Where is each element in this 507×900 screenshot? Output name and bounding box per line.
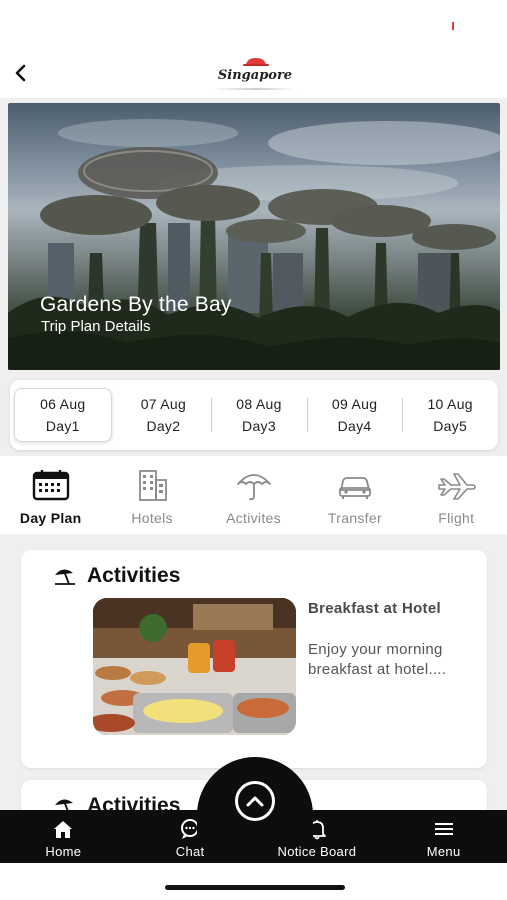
status-indicator xyxy=(452,22,454,30)
tab-activities[interactable]: Activites xyxy=(203,456,304,534)
app-logo: Singapore xyxy=(205,56,305,92)
nav-menu[interactable]: Menu xyxy=(380,810,507,863)
logo-text: Singapore xyxy=(217,68,293,83)
hero-subtitle: Trip Plan Details xyxy=(41,318,151,335)
day-label: Day4 xyxy=(337,418,372,434)
hero-banner: Gardens By the Bay Trip Plan Details xyxy=(8,103,500,370)
nav-label: Menu xyxy=(426,844,461,859)
home-indicator[interactable] xyxy=(165,885,345,890)
calendar-icon xyxy=(32,470,69,501)
car-icon xyxy=(339,477,371,499)
chevron-left-icon xyxy=(15,64,26,82)
back-button[interactable] xyxy=(10,62,32,84)
day-tab-5[interactable]: 10 Aug Day5 xyxy=(402,388,498,442)
card-title: Activities xyxy=(87,564,181,587)
nav-label: Home xyxy=(45,844,82,859)
nav-label: Chat xyxy=(175,844,205,859)
tab-label: Activites xyxy=(226,510,281,526)
day-label: Day1 xyxy=(45,418,80,434)
activity-image[interactable] xyxy=(93,598,296,735)
day-tab-4[interactable]: 09 Aug Day4 xyxy=(306,388,403,442)
activity-card[interactable]: Activities Breakfast at Hotel Enjoy your… xyxy=(21,550,487,768)
tab-flight[interactable]: Flight xyxy=(406,456,507,534)
home-icon xyxy=(54,821,73,838)
day-date: 07 Aug xyxy=(140,396,187,412)
day-date: 06 Aug xyxy=(40,396,86,412)
day-date: 08 Aug xyxy=(236,396,282,412)
day-tab-1[interactable]: 06 Aug Day1 xyxy=(14,388,112,442)
tab-label: Hotels xyxy=(131,510,173,526)
logo-underline xyxy=(213,88,297,90)
fab-circle xyxy=(235,781,275,821)
activity-description: Enjoy your morning breakfast at hotel...… xyxy=(308,641,447,678)
beach-umbrella-icon xyxy=(55,569,75,585)
tab-day-plan[interactable]: Day Plan xyxy=(0,456,101,534)
day-label: Day3 xyxy=(242,418,276,434)
day-tab-2[interactable]: 07 Aug Day2 xyxy=(116,388,212,442)
day-tab-3[interactable]: 08 Aug Day3 xyxy=(211,388,307,442)
nav-home[interactable]: Home xyxy=(0,810,127,863)
breakfast-photo xyxy=(93,598,296,735)
tab-label: Day Plan xyxy=(19,510,82,526)
top-bar: Singapore xyxy=(0,50,507,98)
umbrella-icon xyxy=(236,474,271,501)
tab-transfer[interactable]: Transfer xyxy=(304,456,405,534)
tab-hotels[interactable]: Hotels xyxy=(101,456,202,534)
activity-name: Breakfast at Hotel xyxy=(308,600,441,617)
building-icon xyxy=(139,470,168,501)
menu-icon xyxy=(434,823,453,835)
logo-hat-icon xyxy=(243,58,269,66)
tab-label: Flight xyxy=(438,510,475,526)
day-date: 09 Aug xyxy=(331,396,378,412)
chevron-up-icon xyxy=(246,796,264,807)
day-selector: 06 Aug Day1 07 Aug Day2 08 Aug Day3 09 A… xyxy=(10,380,498,450)
hero-title: Gardens By the Bay xyxy=(40,293,232,316)
category-tabs: Day Plan Hotels Activites Transfer Fligh… xyxy=(0,456,507,534)
day-date: 10 Aug xyxy=(427,396,473,412)
airplane-icon xyxy=(438,473,477,500)
tab-label: Transfer xyxy=(327,510,382,526)
day-label: Day5 xyxy=(433,418,468,434)
day-label: Day2 xyxy=(146,418,181,434)
nav-label: Notice Board xyxy=(277,844,357,859)
card-header: Activities xyxy=(53,564,180,588)
